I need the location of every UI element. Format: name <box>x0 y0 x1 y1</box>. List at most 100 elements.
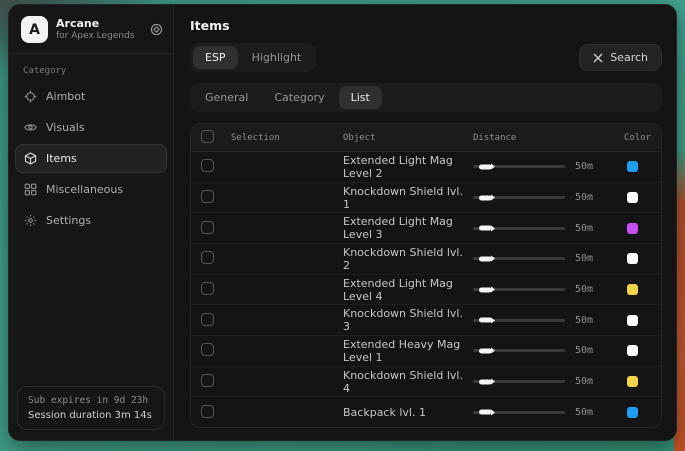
table-body: Extended Light Mag Level 2 50m Knockdown… <box>191 152 661 427</box>
sidebar-item-settings[interactable]: Settings <box>15 206 167 235</box>
slider-thumb[interactable] <box>479 348 492 353</box>
table-row: Knockdown Shield lvl. 2 50m <box>191 244 661 275</box>
app-subtitle: for Apex Legends <box>56 31 142 43</box>
sidebar-item-label: Items <box>46 152 77 165</box>
crosshair-icon <box>24 90 37 103</box>
row-checkbox[interactable] <box>201 190 214 203</box>
app-logo: A <box>21 16 48 43</box>
table-row: Extended Light Mag Level 3 50m <box>191 213 661 244</box>
eye-icon <box>24 121 37 134</box>
main-panel: Items ESP Highlight Search General Categ… <box>174 5 676 440</box>
row-checkbox[interactable] <box>201 343 214 356</box>
sidebar-item-miscellaneous[interactable]: Miscellaneous <box>15 175 167 204</box>
slider-thumb[interactable] <box>479 410 492 415</box>
object-name: Extended Heavy Mag Level 1 <box>343 338 473 364</box>
color-swatch[interactable] <box>627 315 638 326</box>
row-checkbox[interactable] <box>201 313 214 326</box>
table-row: Extended Heavy Mag Level 1 50m <box>191 336 661 367</box>
row-checkbox[interactable] <box>201 282 214 295</box>
row-checkbox[interactable] <box>201 159 214 172</box>
distance-value: 50m <box>575 192 593 203</box>
row-checkbox[interactable] <box>201 405 214 418</box>
sidebar-header: A Arcane for Apex Legends <box>9 5 173 54</box>
page-title: Items <box>190 18 662 33</box>
slider-thumb[interactable] <box>479 164 492 169</box>
table-row: Backpack lvl. 1 50m <box>191 397 661 427</box>
app-window: A Arcane for Apex Legends Category Aimbo… <box>8 4 677 441</box>
color-swatch[interactable] <box>627 223 638 234</box>
distance-slider[interactable] <box>473 288 565 291</box>
distance-slider[interactable] <box>473 196 565 199</box>
sidebar-item-aimbot[interactable]: Aimbot <box>15 82 167 111</box>
distance-value: 50m <box>575 376 593 387</box>
slider-thumb[interactable] <box>479 226 492 231</box>
table-row: Knockdown Shield lvl. 4 50m <box>191 367 661 398</box>
sub-expiry-text: Sub expires in 9d 23h <box>28 395 154 406</box>
table-row: Extended Light Mag Level 2 50m <box>191 152 661 183</box>
color-swatch[interactable] <box>627 253 638 264</box>
tab-highlight[interactable]: Highlight <box>240 46 314 69</box>
shield-icon[interactable] <box>150 23 163 36</box>
slider-thumb[interactable] <box>479 195 492 200</box>
x-icon <box>593 53 603 63</box>
row-checkbox[interactable] <box>201 221 214 234</box>
tab-list[interactable]: List <box>339 86 382 109</box>
distance-slider[interactable] <box>473 165 565 168</box>
app-name: Arcane <box>56 17 142 31</box>
column-header-selection: Selection <box>231 133 343 143</box>
grid-icon <box>24 183 37 196</box>
table-row: Extended Light Mag Level 4 50m <box>191 275 661 306</box>
row-checkbox[interactable] <box>201 251 214 264</box>
object-name: Knockdown Shield lvl. 2 <box>343 246 473 272</box>
color-swatch[interactable] <box>627 376 638 387</box>
view-tabs: General Category List <box>190 83 662 112</box>
distance-slider[interactable] <box>473 319 565 322</box>
column-header-color: Color <box>613 133 651 143</box>
slider-thumb[interactable] <box>479 318 492 323</box>
object-name: Knockdown Shield lvl. 4 <box>343 369 473 395</box>
distance-slider[interactable] <box>473 349 565 352</box>
distance-value: 50m <box>575 315 593 326</box>
distance-slider[interactable] <box>473 411 565 414</box>
distance-value: 50m <box>575 345 593 356</box>
tab-category[interactable]: Category <box>262 86 336 109</box>
subscription-info-box: Sub expires in 9d 23h Session duration 3… <box>17 386 165 430</box>
distance-slider[interactable] <box>473 380 565 383</box>
select-all-checkbox[interactable] <box>201 130 214 143</box>
column-header-distance: Distance <box>473 133 613 143</box>
tab-general[interactable]: General <box>193 86 260 109</box>
sidebar-item-label: Miscellaneous <box>46 183 123 196</box>
distance-slider[interactable] <box>473 257 565 260</box>
slider-thumb[interactable] <box>479 287 492 292</box>
slider-thumb[interactable] <box>479 256 492 261</box>
distance-slider[interactable] <box>473 227 565 230</box>
tab-esp[interactable]: ESP <box>193 46 238 69</box>
column-header-object: Object <box>343 133 473 143</box>
sidebar-item-label: Visuals <box>46 121 85 134</box>
sidebar-item-visuals[interactable]: Visuals <box>15 113 167 142</box>
object-name: Backpack lvl. 1 <box>343 406 473 419</box>
color-swatch[interactable] <box>627 407 638 418</box>
mode-tabs: ESP Highlight <box>190 43 316 72</box>
row-checkbox[interactable] <box>201 374 214 387</box>
color-swatch[interactable] <box>627 284 638 295</box>
distance-value: 50m <box>575 284 593 295</box>
table-header: Selection Object Distance Color <box>191 124 661 152</box>
object-name: Knockdown Shield lvl. 3 <box>343 307 473 333</box>
session-duration-text: Session duration 3m 14s <box>28 410 154 421</box>
gear-icon <box>24 214 37 227</box>
sidebar-category-label: Category <box>9 54 173 80</box>
search-button[interactable]: Search <box>579 44 662 71</box>
sidebar-nav: Aimbot Visuals Items <box>9 80 173 237</box>
sidebar-item-label: Settings <box>46 214 91 227</box>
object-name: Knockdown Shield lvl. 1 <box>343 185 473 211</box>
color-swatch[interactable] <box>627 345 638 356</box>
color-swatch[interactable] <box>627 192 638 203</box>
distance-value: 50m <box>575 161 593 172</box>
search-button-label: Search <box>610 51 648 64</box>
color-swatch[interactable] <box>627 161 638 172</box>
sidebar-item-items[interactable]: Items <box>15 144 167 173</box>
slider-thumb[interactable] <box>479 379 492 384</box>
distance-value: 50m <box>575 223 593 234</box>
distance-value: 50m <box>575 253 593 264</box>
